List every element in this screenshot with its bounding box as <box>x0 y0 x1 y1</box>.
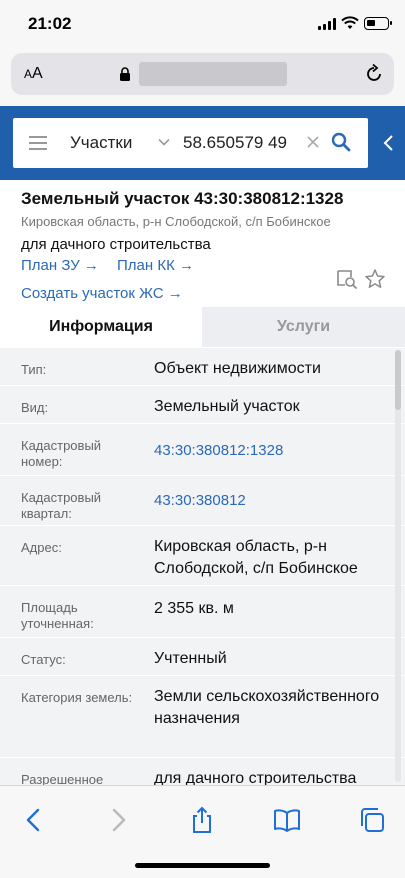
clear-icon[interactable] <box>306 135 320 149</box>
scrollbar-thumb[interactable] <box>395 350 401 410</box>
parcel-purpose: для дачного строительства <box>21 236 211 253</box>
map-search-icon[interactable] <box>336 268 358 290</box>
parcel-address-short: Кировская область, р-н Слободской, с/п Б… <box>21 214 331 229</box>
wifi-icon <box>341 16 359 29</box>
search-input[interactable]: 58.650579 49 <box>183 133 303 153</box>
table-row: Площадь уточненная: 2 355 кв. м <box>0 585 405 637</box>
address-bar[interactable]: AA <box>11 53 394 95</box>
property-value: Кировская область, р-н Слободской, с/п Б… <box>154 538 358 577</box>
browser-address-area: AA <box>0 48 405 106</box>
plan-kk-link[interactable]: План КК → <box>117 257 194 274</box>
table-row: Вид: Земельный участок <box>0 385 405 423</box>
properties-table: Тип: Объект недвижимости Вид: Земельный … <box>0 347 405 785</box>
property-label: Кадастровый квартал: <box>21 490 102 521</box>
home-indicator <box>135 863 270 868</box>
battery-icon <box>364 17 392 30</box>
scrollbar[interactable] <box>395 350 401 782</box>
plan-zu-label: План ЗУ <box>21 257 80 274</box>
arrow-right-icon: → <box>83 257 99 274</box>
collapse-icon[interactable] <box>382 134 396 152</box>
share-icon[interactable] <box>188 806 216 834</box>
arrow-right-icon: → <box>178 257 194 274</box>
plan-zu-link[interactable]: План ЗУ → <box>21 257 99 274</box>
property-value: 2 355 кв. м <box>154 600 234 617</box>
property-label: Разрешенное использование: <box>21 772 104 785</box>
hamburger-icon[interactable] <box>29 136 47 150</box>
cellular-signal-icon <box>318 18 338 30</box>
bookmarks-icon[interactable] <box>273 806 301 834</box>
property-label: Категория земель: <box>21 690 133 705</box>
create-zhs-label: Создать участок ЖС <box>21 285 164 302</box>
property-value: Земли сельскохозяйственного назначения <box>154 688 380 727</box>
property-value: для дачного строительства <box>154 770 357 785</box>
table-row: Разрешенное использование: для дачного с… <box>0 757 405 785</box>
tab-services[interactable]: Услуги <box>202 307 405 347</box>
chevron-down-icon[interactable] <box>158 136 170 148</box>
property-value: Земельный участок <box>154 398 300 415</box>
table-row: Тип: Объект недвижимости <box>0 347 405 385</box>
tab-bar: Информация Услуги <box>0 307 405 347</box>
star-icon[interactable] <box>364 268 386 290</box>
property-value: Объект недвижимости <box>154 360 321 377</box>
url-text-redacted[interactable] <box>139 62 287 86</box>
table-row: Статус: Учтенный <box>0 637 405 675</box>
status-time: 21:02 <box>28 14 72 33</box>
table-row: Кадастровый квартал: 43:30:380812 <box>0 475 405 525</box>
lock-icon <box>120 67 130 81</box>
status-bar: 21:02 <box>0 0 405 48</box>
property-label: Площадь уточненная: <box>21 600 94 631</box>
property-label: Статус: <box>21 652 66 667</box>
arrow-right-icon: → <box>167 285 183 302</box>
table-row: Адрес: Кировская область, р-н Слободской… <box>0 525 405 585</box>
app-header: Участки 58.650579 49 <box>0 106 405 180</box>
search-type-select[interactable]: Участки <box>70 133 132 153</box>
tab-information[interactable]: Информация <box>0 307 202 347</box>
cadastral-quarter-link[interactable]: 43:30:380812 <box>154 490 389 512</box>
parcel-title: Земельный участок 43:30:380812:1328 <box>21 189 344 208</box>
table-row: Категория земель: Земли сельскохозяйстве… <box>0 675 405 757</box>
property-label: Адрес: <box>21 540 62 555</box>
reload-icon[interactable] <box>363 63 385 85</box>
text-size-button[interactable]: AA <box>24 65 43 83</box>
create-zhs-link[interactable]: Создать участок ЖС → <box>21 285 183 302</box>
cadastral-number-link[interactable]: 43:30:380812:1328 <box>154 440 389 462</box>
forward-icon[interactable] <box>104 806 132 834</box>
search-icon[interactable] <box>331 132 351 152</box>
property-value: Учтенный <box>154 650 227 667</box>
search-box[interactable]: Участки 58.650579 49 <box>13 118 368 168</box>
property-label: Кадастровый номер: <box>21 438 102 469</box>
property-label: Тип: <box>21 362 47 377</box>
plan-kk-label: План КК <box>117 257 175 274</box>
tabs-icon[interactable] <box>358 806 386 834</box>
table-row: Кадастровый номер: 43:30:380812:1328 <box>0 423 405 475</box>
property-label: Вид: <box>21 400 49 415</box>
back-icon[interactable] <box>20 806 48 834</box>
